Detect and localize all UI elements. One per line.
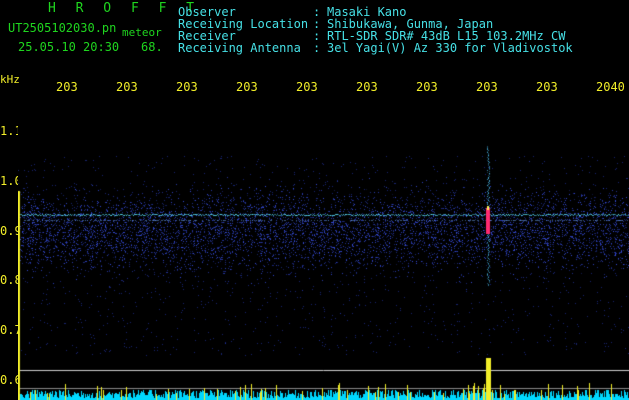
x-tick-label: 203: [476, 80, 498, 94]
x-tick-label: 203: [416, 80, 438, 94]
x-tick-label: 203: [176, 80, 198, 94]
x-tick-label: 203: [236, 80, 258, 94]
x-tick-label: 203: [296, 80, 318, 94]
x-tick-label: 203: [116, 80, 138, 94]
antenna-value: 3el Yagi(V) Az 330 for Vladivostok: [327, 41, 573, 55]
spectrogram: [18, 96, 629, 400]
x-tick-label: 2040: [596, 80, 625, 94]
antenna-colon: :: [313, 41, 321, 55]
timestamp: 25.05.10 20:30: [18, 40, 120, 54]
antenna-label: Receiving Antenna: [178, 41, 301, 55]
x-tick-label: 203: [56, 80, 78, 94]
x-tick-label: 203: [356, 80, 378, 94]
meteor-label: meteor: [122, 26, 162, 39]
x-tick-label: 203: [536, 80, 558, 94]
y-unit-label: kHz: [0, 73, 20, 86]
meteor-count: 68.: [141, 40, 163, 54]
filename: UT2505102030.pn: [8, 21, 117, 35]
hrofft-screen: H R O F F T UT2505102030.pn meteor 25.05…: [0, 0, 629, 400]
